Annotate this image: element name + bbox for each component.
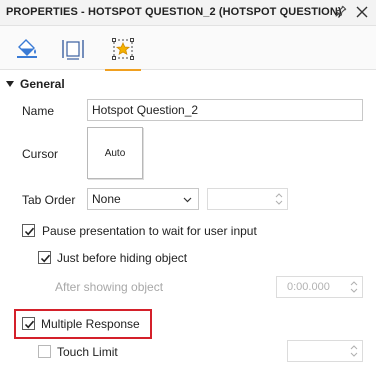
before-hiding-label: Just before hiding object: [57, 251, 188, 265]
collapse-caret-icon: [6, 81, 14, 87]
checkmark-icon: [24, 320, 35, 329]
actions-tab[interactable]: [105, 34, 141, 71]
chevron-down-icon: [183, 197, 192, 203]
after-showing-time-spinner: 0:00.000: [276, 276, 363, 298]
panel-title: PROPERTIES - HOTSPOT QUESTION_2 (HOTSPOT…: [6, 6, 342, 18]
multiple-response-checkbox[interactable]: [22, 317, 35, 330]
touch-limit-label: Touch Limit: [57, 345, 118, 359]
cursor-label: Cursor: [22, 147, 59, 161]
after-showing-label: After showing object: [55, 280, 164, 294]
spinner-arrows-icon: [350, 281, 358, 293]
spinner-arrows-icon: [275, 193, 283, 205]
tab-order-number-spinner: [207, 188, 288, 210]
after-showing-time-value: 0:00.000: [287, 281, 330, 293]
name-label: Name: [22, 104, 55, 118]
checkmark-icon: [40, 254, 51, 263]
star-selection-icon: [112, 38, 134, 60]
checkmark-icon: [24, 227, 35, 236]
size-tab[interactable]: [58, 34, 88, 64]
paint-bucket-icon: [17, 39, 37, 58]
tab-order-select[interactable]: None: [87, 188, 199, 210]
before-hiding-checkbox[interactable]: [38, 251, 51, 264]
name-field[interactable]: Hotspot Question_2: [87, 99, 363, 121]
touch-limit-checkbox[interactable]: [38, 345, 51, 358]
pause-label: Pause presentation to wait for user inpu…: [42, 224, 257, 238]
section-general-label: General: [20, 77, 65, 91]
panel-titlebar: PROPERTIES - HOTSPOT QUESTION_2 (HOTSPOT…: [0, 0, 376, 26]
tab-order-label: Tab Order: [22, 193, 76, 207]
close-icon[interactable]: [354, 4, 370, 20]
properties-tabbar: [0, 26, 376, 71]
pin-icon[interactable]: [332, 4, 348, 20]
multiple-response-label: Multiple Response: [41, 317, 140, 331]
cursor-picker[interactable]: Auto: [87, 127, 143, 179]
style-tab[interactable]: [12, 34, 42, 64]
spinner-arrows-icon: [350, 345, 358, 357]
tab-order-value: None: [92, 192, 121, 206]
size-position-icon: [62, 40, 84, 60]
section-general[interactable]: General: [6, 77, 65, 91]
touch-limit-spinner: [287, 340, 363, 362]
pause-checkbox[interactable]: [22, 224, 35, 237]
